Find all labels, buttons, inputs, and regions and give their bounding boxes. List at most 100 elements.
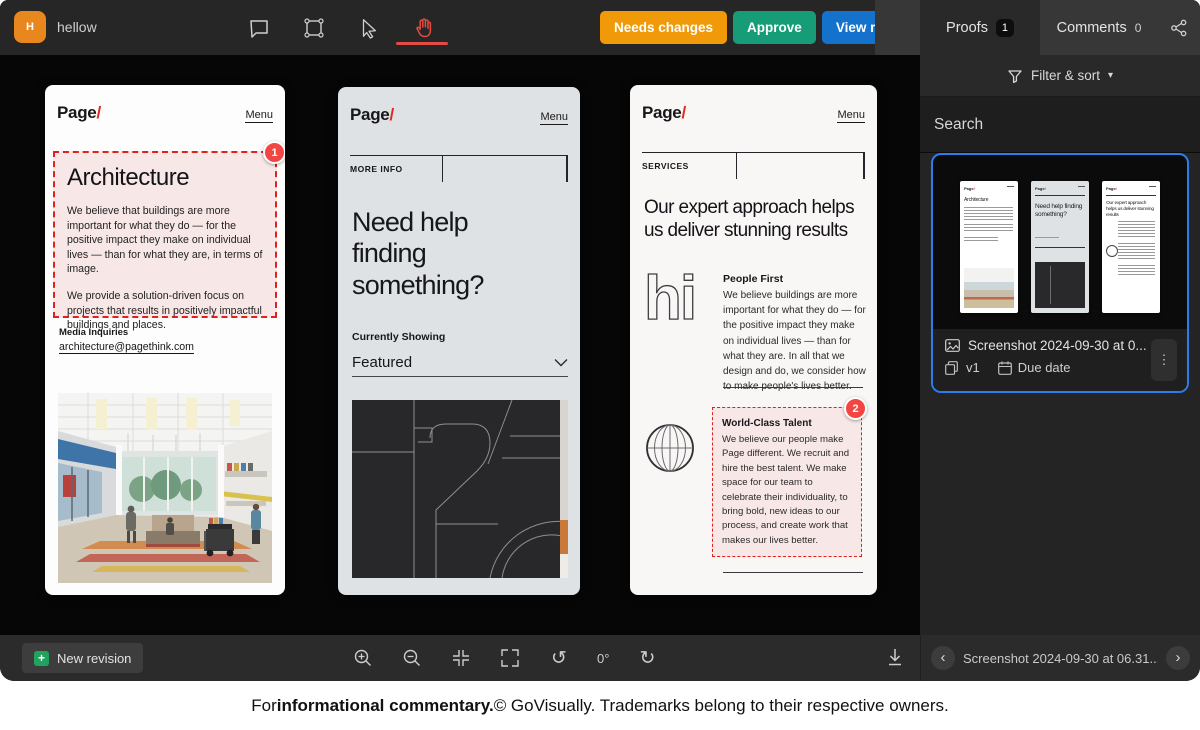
thumb-artboard-1: Page/ Architecture (960, 181, 1018, 313)
plus-icon: + (34, 651, 49, 666)
workspace-name: hellow (57, 19, 97, 35)
caption-prefix: For (251, 696, 277, 716)
download-icon (886, 647, 904, 667)
new-revision-button[interactable]: + New revision (22, 643, 143, 673)
version-icon (945, 361, 958, 375)
chevron-right-icon: › (1176, 650, 1181, 665)
app-window: H hellow (0, 0, 1200, 681)
svg-text:hi: hi (644, 264, 695, 333)
hand-tool-icon[interactable] (411, 15, 437, 41)
world-class-talent-title: World-Class Talent (722, 418, 852, 429)
active-tool-indicator (396, 42, 448, 45)
workspace-logo[interactable]: H (14, 11, 46, 43)
people-first-text: We believe buildings are more important … (723, 288, 866, 394)
page-logo: Page/ (642, 103, 686, 123)
globe-icon (645, 423, 695, 473)
divider (723, 387, 863, 388)
topbar: H hellow (0, 0, 1200, 55)
annotation-region-2[interactable]: World-Class Talent We believe our people… (712, 407, 862, 557)
caption-rest: © GoVisually. Trademarks belong to their… (494, 696, 949, 716)
cursor-tool-icon[interactable] (356, 15, 382, 41)
menu-link[interactable]: Menu (540, 111, 568, 125)
proofs-count-badge: 1 (996, 19, 1014, 37)
share-button[interactable] (1158, 0, 1200, 55)
calendar-icon (998, 361, 1012, 375)
current-proof-name: Screenshot 2024-09-30 at 06.31.... (963, 651, 1158, 666)
chevron-down-icon: ▾ (1108, 71, 1113, 81)
section-label: SERVICES (642, 161, 689, 171)
chevron-down-icon (554, 358, 568, 367)
proof-version: v1 (966, 360, 980, 375)
email-link[interactable]: architecture@pagethink.com (59, 341, 194, 354)
menu-link[interactable]: Menu (245, 109, 273, 123)
annotation-pin-2[interactable]: 2 (844, 397, 867, 420)
annotation-tools (246, 0, 437, 55)
search-input[interactable] (934, 116, 1186, 134)
share-icon (1168, 17, 1190, 39)
artboard-more-info[interactable]: Page/ Menu MORE INFO Need help finding s… (338, 87, 580, 595)
people-first-title: People First (723, 273, 783, 285)
annotation-pin-1[interactable]: 1 (263, 141, 285, 164)
view-controls: ↺ 0° ↻ (352, 635, 658, 681)
zoom-out-icon[interactable] (401, 647, 423, 669)
rotate-ccw-icon[interactable]: ↺ (548, 647, 570, 669)
comments-count: 0 (1135, 21, 1142, 35)
featured-select[interactable]: Featured (352, 349, 568, 377)
section-rule: SERVICES (642, 152, 865, 153)
needs-changes-button[interactable]: Needs changes (600, 11, 727, 44)
previous-proof-button[interactable]: ‹ (931, 646, 955, 670)
world-class-talent-text: We believe our people make Page differen… (722, 433, 852, 548)
rotation-value: 0° (597, 651, 609, 666)
expand-icon[interactable] (499, 647, 521, 669)
thumb-artboard-2: Page/ Need help finding something? (1031, 181, 1089, 313)
footer-caption: For informational commentary. © GoVisual… (0, 681, 1200, 730)
interior-photo (58, 393, 272, 583)
featured-select-value: Featured (352, 354, 412, 371)
rotate-cw-icon[interactable]: ↻ (636, 647, 658, 669)
divider (723, 572, 863, 573)
download-button[interactable] (886, 647, 904, 667)
due-date-label: Due date (1018, 360, 1071, 375)
comment-tool-icon[interactable] (246, 15, 272, 41)
zoom-in-icon[interactable] (352, 647, 374, 669)
search-bar (920, 97, 1200, 153)
new-revision-label: New revision (57, 651, 131, 666)
artboard1-para1: We believe that buildings are more impor… (67, 204, 263, 277)
filter-sort-button[interactable]: Filter & sort ▾ (920, 55, 1200, 97)
region-select-tool-icon[interactable] (301, 15, 327, 41)
approve-button[interactable]: Approve (733, 11, 816, 44)
next-proof-button[interactable]: › (1166, 646, 1190, 670)
due-date[interactable]: Due date (998, 360, 1071, 375)
artboard-services[interactable]: Page/ Menu SERVICES Our expert approach … (630, 85, 877, 595)
proof-menu-button[interactable]: ⋮ (1151, 339, 1177, 381)
section-label: MORE INFO (350, 164, 403, 174)
image-icon (945, 339, 960, 352)
fit-to-screen-icon[interactable] (450, 647, 472, 669)
funnel-icon (1007, 68, 1023, 84)
currently-showing-label: Currently Showing (352, 331, 445, 343)
proof-pager: ‹ Screenshot 2024-09-30 at 06.31.... › (920, 635, 1200, 681)
kebab-icon: ⋮ (1158, 352, 1171, 368)
caption-bold: informational commentary. (277, 696, 494, 716)
proof-canvas[interactable]: Page/ Menu Architecture We believe that … (0, 55, 920, 635)
filter-sort-label: Filter & sort (1031, 68, 1100, 83)
thumb-artboard-3: Page/ Our expert approach helps us deliv… (1102, 181, 1160, 313)
artboard1-heading: Architecture (67, 164, 263, 192)
tab-proofs[interactable]: Proofs 1 (920, 0, 1040, 55)
chevron-left-icon: ‹ (941, 650, 946, 665)
menu-link[interactable]: Menu (837, 109, 865, 123)
tab-comments[interactable]: Comments 0 (1040, 0, 1158, 55)
page-logo: Page/ (57, 103, 101, 123)
annotation-region-1[interactable]: Architecture We believe that buildings a… (53, 151, 277, 318)
artboard-architecture[interactable]: Page/ Menu Architecture We believe that … (45, 85, 285, 595)
proofs-tab-label: Proofs (946, 20, 988, 36)
workspace[interactable]: H hellow (14, 11, 97, 43)
page: H hellow (0, 0, 1200, 730)
comments-tab-label: Comments (1057, 20, 1127, 36)
section-rule: MORE INFO (350, 155, 568, 156)
hi-outline-graphic: hi (644, 263, 710, 335)
proof-card[interactable]: Page/ Architecture Page/ Need help findi… (931, 153, 1189, 393)
proof-card-info: Screenshot 2024-09-30 at 0... v1 Due dat… (933, 329, 1187, 391)
panel-tabs: Proofs 1 Comments 0 (875, 0, 1200, 55)
canvas-toolbar: + New revision ↺ 0° ↻ (0, 635, 920, 681)
